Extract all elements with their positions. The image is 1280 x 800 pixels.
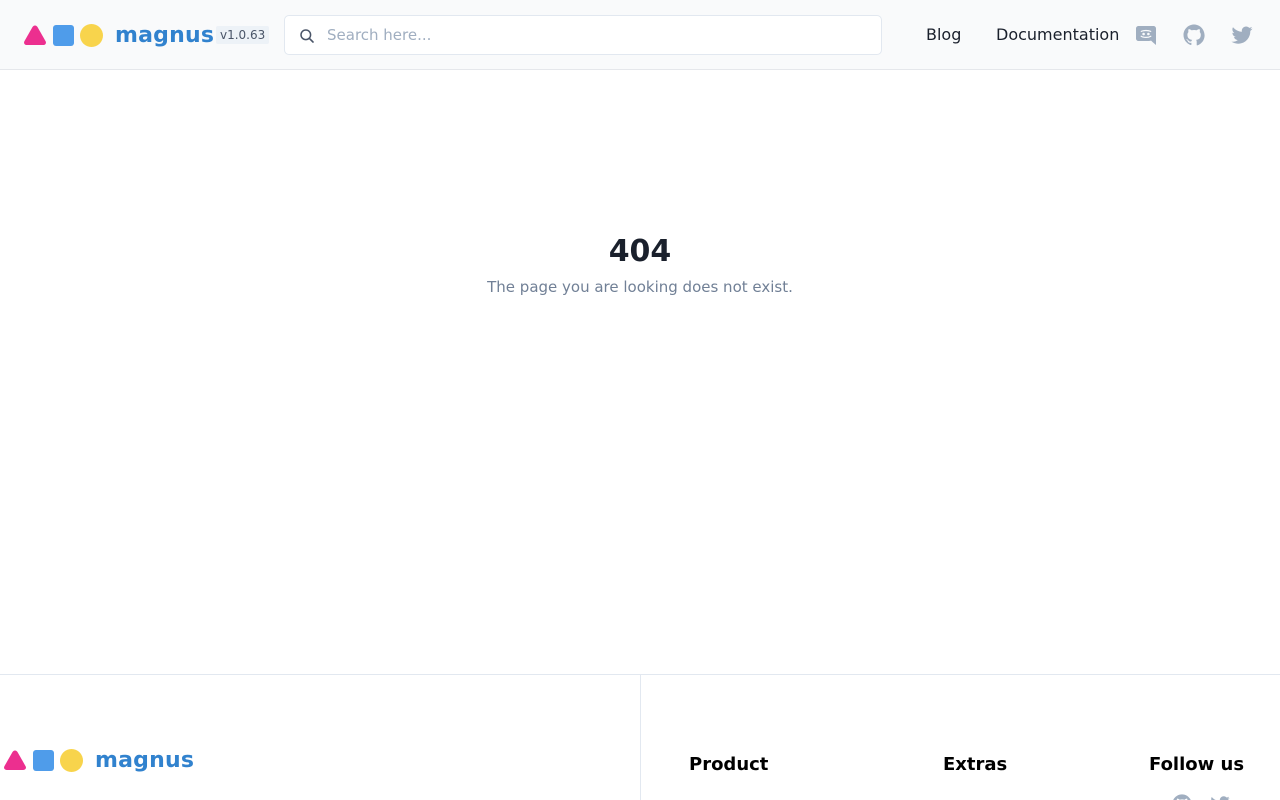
footer-product-heading: Product bbox=[689, 754, 769, 775]
brand-name: magnus bbox=[115, 22, 215, 48]
search-icon bbox=[300, 29, 314, 43]
twitter-icon[interactable] bbox=[1230, 23, 1254, 47]
error-message: The page you are looking does not exist. bbox=[487, 278, 793, 296]
footer-brand-name: magnus bbox=[95, 747, 195, 773]
blue-square-icon bbox=[33, 749, 54, 771]
search-box[interactable] bbox=[284, 15, 882, 55]
blue-square-icon bbox=[53, 24, 74, 46]
search-input[interactable] bbox=[325, 16, 865, 54]
github-icon[interactable] bbox=[1171, 793, 1193, 800]
github-icon[interactable] bbox=[1182, 23, 1206, 47]
pink-triangle-icon bbox=[4, 750, 26, 770]
footer-logo-link[interactable]: magnus bbox=[3, 747, 194, 773]
version-badge: v1.0.63 bbox=[216, 26, 270, 44]
pink-triangle-icon bbox=[24, 25, 46, 45]
yellow-circle-icon bbox=[80, 23, 103, 47]
yellow-circle-icon bbox=[60, 748, 83, 772]
main-content: 404 The page you are looking does not ex… bbox=[0, 70, 1280, 674]
site-footer: magnus Product Extras Follow us bbox=[0, 674, 1280, 800]
logo-mark bbox=[23, 23, 103, 47]
top-header: magnus v1.0.63 Blog Documentation bbox=[0, 0, 1280, 70]
footer-divider bbox=[640, 675, 641, 800]
nav-documentation-link[interactable]: Documentation bbox=[996, 24, 1119, 46]
error-code-heading: 404 bbox=[608, 234, 672, 269]
footer-extras-heading: Extras bbox=[943, 754, 1008, 775]
footer-logo-mark bbox=[3, 748, 83, 772]
footer-follow-heading: Follow us bbox=[1149, 754, 1245, 775]
logo-link[interactable]: magnus bbox=[23, 22, 214, 48]
nav-blog-link[interactable]: Blog bbox=[926, 24, 961, 46]
twitter-icon[interactable] bbox=[1209, 793, 1231, 800]
discord-icon[interactable] bbox=[1134, 23, 1158, 47]
